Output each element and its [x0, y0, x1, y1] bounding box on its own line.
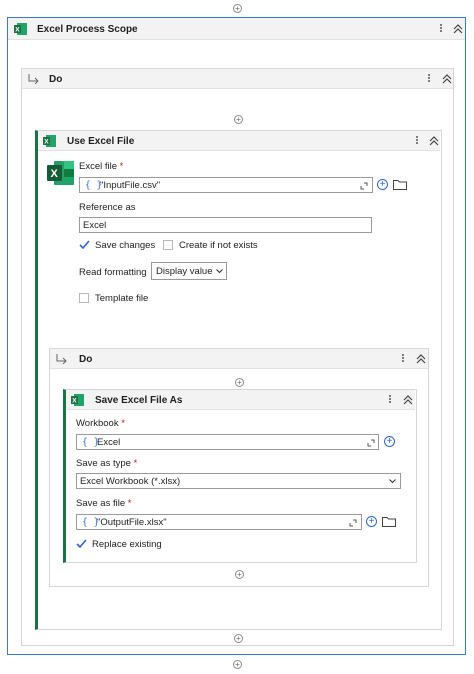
use-excel-collapse-icon[interactable]	[429, 136, 439, 146]
template-file-label: Template file	[95, 293, 149, 304]
excel-file-add-icon[interactable]: +	[377, 179, 388, 190]
add-activity-icon[interactable]: +	[235, 378, 244, 387]
save-as-header[interactable]: X Save Excel File As	[66, 390, 415, 410]
reference-as-value: Excel	[83, 220, 107, 231]
excel-file-label: Excel file *	[79, 161, 124, 172]
replace-existing-checkbox[interactable]	[76, 539, 87, 549]
add-activity-icon[interactable]: +	[234, 115, 243, 124]
use-excel-do-more-icon[interactable]	[401, 353, 405, 363]
create-if-not-exists-checkbox[interactable]	[163, 240, 173, 250]
read-formatting-value: Display value	[156, 266, 213, 277]
workbook-add-icon[interactable]: +	[384, 436, 395, 447]
reference-as-field[interactable]: Excel	[79, 217, 372, 233]
use-excel-do-collapse-icon[interactable]	[416, 354, 426, 364]
save-as-title: Save Excel File As	[95, 395, 183, 406]
excel-process-scope: X Excel Process Scope Do + X Use Excel F…	[7, 17, 466, 655]
create-if-not-exists-label: Create if not exists	[179, 240, 258, 251]
save-as-file-value: "OutputFile.xlsx"	[97, 517, 167, 528]
svg-text:X: X	[44, 139, 49, 146]
scope-title: Excel Process Scope	[37, 24, 138, 35]
save-excel-file-as-card: X Save Excel File As Workbook * { } Exce…	[63, 389, 417, 563]
save-changes-label: Save changes	[95, 240, 156, 251]
chevron-down-icon	[389, 479, 396, 484]
workbook-value: Excel	[97, 437, 121, 448]
scope-do-container: Do + X Use Excel File X Excel file * {}…	[21, 68, 454, 646]
scope-do-label: Do	[49, 74, 63, 85]
save-as-collapse-icon[interactable]	[403, 395, 413, 405]
read-formatting-label: Read formatting	[79, 267, 147, 278]
add-activity-top-icon[interactable]: +	[233, 4, 242, 13]
excel-file-value: "InputFile.csv"	[100, 180, 161, 191]
replace-existing-label: Replace existing	[92, 539, 162, 550]
excel-file-field[interactable]: { } "InputFile.csv"	[79, 177, 373, 193]
expand-editor-icon[interactable]	[349, 519, 357, 527]
scope-do-collapse-icon[interactable]	[442, 74, 452, 84]
excel-large-icon: X	[47, 161, 74, 185]
excel-icon: X	[14, 23, 27, 35]
use-excel-header[interactable]: X Use Excel File	[38, 131, 440, 151]
svg-text:X: X	[51, 168, 59, 180]
use-excel-more-icon[interactable]	[415, 135, 419, 145]
use-excel-title: Use Excel File	[67, 136, 135, 147]
save-as-file-field[interactable]: { } "OutputFile.xlsx"	[76, 514, 362, 530]
workbook-field[interactable]: { } Excel	[76, 434, 379, 450]
save-as-file-label: Save as file *	[76, 498, 132, 509]
folder-icon[interactable]	[393, 179, 407, 190]
save-as-type-select[interactable]: Excel Workbook (*.xlsx)	[76, 473, 401, 489]
save-as-file-add-icon[interactable]: +	[366, 516, 377, 527]
save-changes-checkbox[interactable]	[79, 240, 90, 250]
add-activity-bottom-icon[interactable]: +	[233, 660, 242, 669]
expand-editor-icon[interactable]	[360, 182, 368, 190]
workbook-label: Workbook *	[76, 418, 125, 429]
use-excel-file-card: X Use Excel File X Excel file * { } "Inp…	[35, 130, 442, 630]
excel-icon: X	[71, 394, 84, 406]
svg-text:X: X	[15, 27, 20, 34]
add-activity-icon[interactable]: +	[234, 634, 243, 643]
chevron-down-icon	[216, 269, 223, 274]
save-as-type-label: Save as type *	[76, 458, 138, 469]
save-as-more-icon[interactable]	[388, 394, 392, 404]
scope-more-icon[interactable]	[439, 23, 443, 33]
use-excel-do-container: Do + X Save Excel File As Workbook * {}…	[49, 348, 429, 587]
template-file-checkbox[interactable]	[79, 293, 89, 303]
use-excel-do-label: Do	[79, 354, 93, 365]
expand-editor-icon[interactable]	[367, 439, 375, 447]
excel-icon: X	[43, 135, 56, 147]
reference-as-label: Reference as	[79, 202, 136, 213]
folder-icon[interactable]	[382, 516, 396, 527]
scope-header[interactable]: X Excel Process Scope	[8, 18, 465, 40]
use-excel-do-header[interactable]: Do	[50, 349, 428, 369]
scope-do-more-icon[interactable]	[427, 73, 431, 83]
scope-collapse-icon[interactable]	[453, 24, 463, 34]
return-arrow-icon	[56, 354, 67, 364]
read-formatting-select[interactable]: Display value	[151, 262, 227, 280]
return-arrow-icon	[28, 74, 39, 84]
scope-do-header[interactable]: Do	[22, 69, 453, 89]
save-as-type-value: Excel Workbook (*.xlsx)	[80, 476, 181, 487]
svg-text:X: X	[72, 398, 77, 405]
add-activity-icon[interactable]: +	[235, 570, 244, 579]
